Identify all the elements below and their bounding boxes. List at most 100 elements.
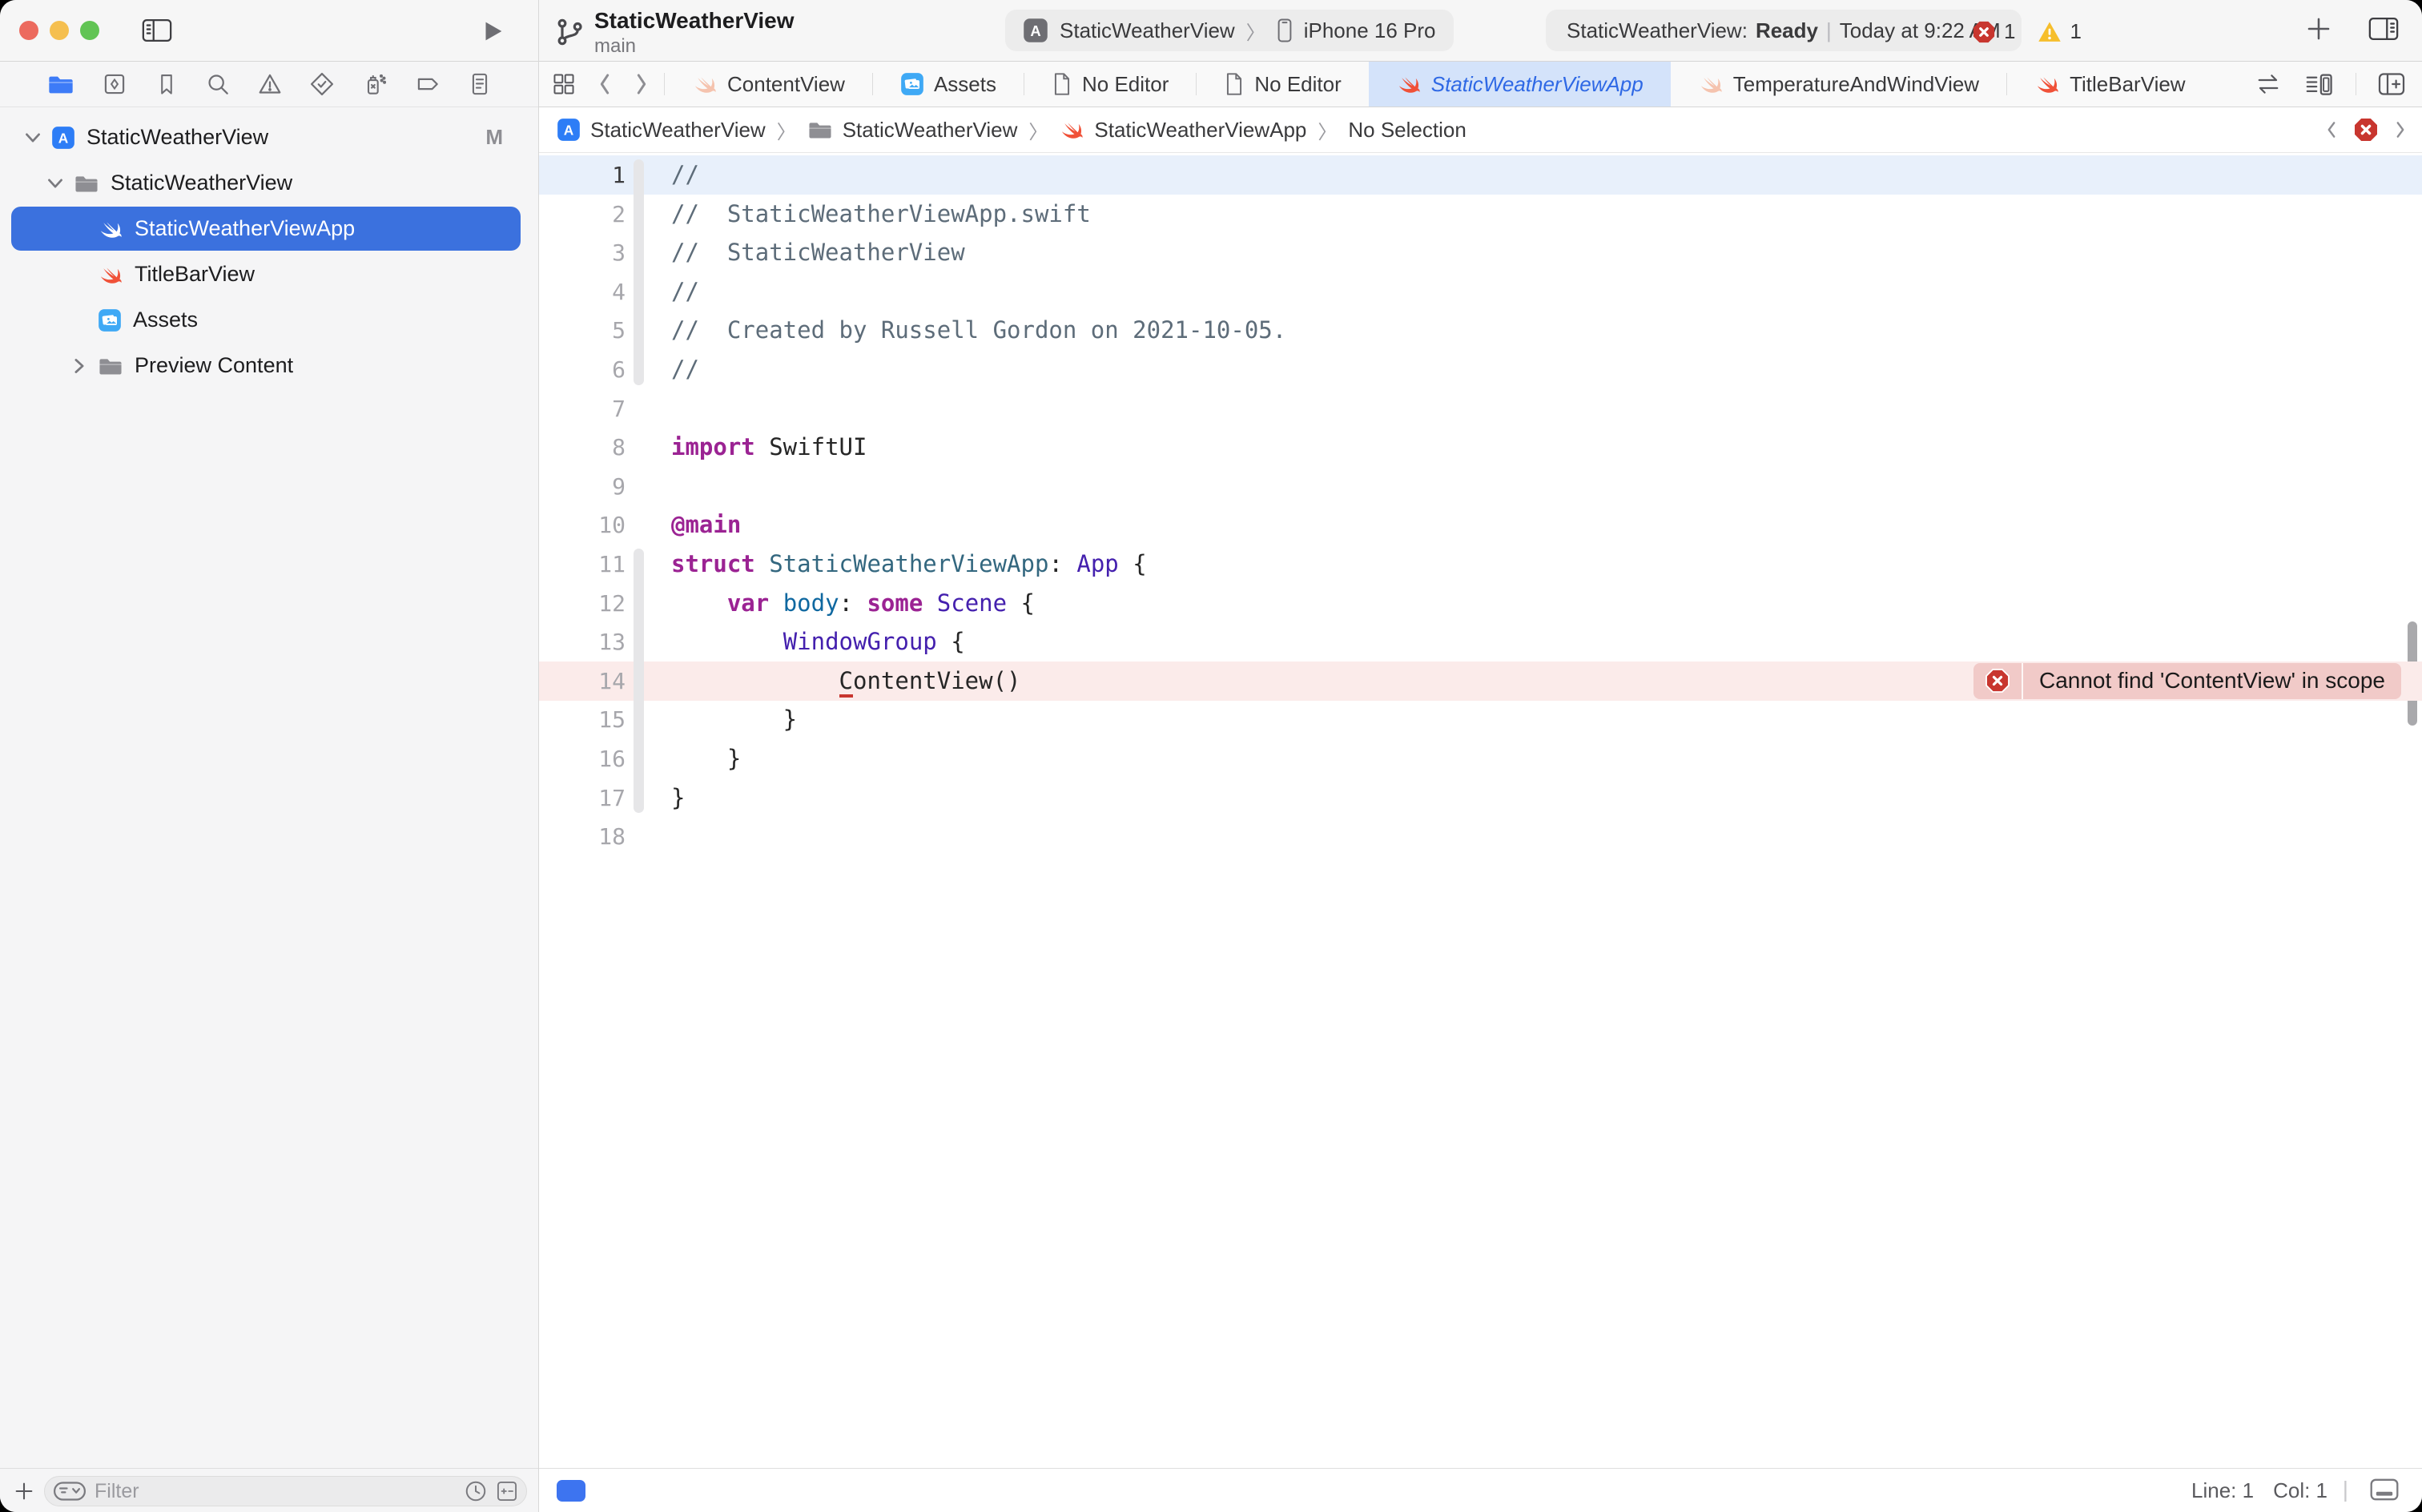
- sidebar-item-staticweatherview[interactable]: AStaticWeatherViewM: [0, 115, 538, 160]
- sidebar-toggle-icon[interactable]: [141, 16, 173, 45]
- code-line-18[interactable]: 18: [539, 817, 2422, 856]
- sidebar-editor-divider[interactable]: [538, 0, 539, 1512]
- tab-assets[interactable]: Assets: [873, 62, 1024, 107]
- disclosure-right-icon[interactable]: [67, 357, 91, 375]
- line-number[interactable]: 14: [539, 662, 626, 701]
- code-text: }: [671, 778, 685, 818]
- disclosure-down-icon[interactable]: [21, 131, 45, 144]
- line-number[interactable]: 12: [539, 584, 626, 623]
- filter-funnel-icon[interactable]: [53, 1481, 86, 1502]
- editor-mode-icon[interactable]: [557, 1480, 585, 1502]
- code-line-9[interactable]: 9: [539, 467, 2422, 506]
- code-line-5[interactable]: 5// Created by Russell Gordon on 2021-10…: [539, 311, 2422, 350]
- issue-error-octagon-icon[interactable]: [2353, 117, 2379, 143]
- issues-navigator-icon[interactable]: [257, 71, 283, 97]
- add-editor-icon[interactable]: [2377, 72, 2406, 96]
- code-line-6[interactable]: 6//: [539, 350, 2422, 389]
- sidebar-item-titlebarview[interactable]: TitleBarView: [0, 251, 538, 297]
- line-number[interactable]: 16: [539, 739, 626, 778]
- line-number[interactable]: 17: [539, 778, 626, 818]
- find-navigator-icon[interactable]: [205, 71, 231, 97]
- code-line-11[interactable]: 11struct StaticWeatherViewApp: App {: [539, 545, 2422, 584]
- sidebar-item-preview-content[interactable]: Preview Content: [0, 343, 538, 388]
- activity-status[interactable]: StaticWeatherView: Ready | Today at 9:22…: [1546, 10, 2022, 51]
- code-line-10[interactable]: 10@main: [539, 505, 2422, 545]
- disclosure-down-icon[interactable]: [43, 177, 67, 190]
- line-number[interactable]: 7: [539, 389, 626, 428]
- code-line-1[interactable]: 1 //: [539, 155, 2422, 195]
- filter-input[interactable]: [95, 1480, 456, 1503]
- code-line-3[interactable]: 3// StaticWeatherView: [539, 233, 2422, 272]
- source-control-navigator-icon[interactable]: [102, 71, 127, 97]
- run-button[interactable]: [479, 18, 506, 45]
- issue-badges[interactable]: 1 1: [1972, 19, 2082, 44]
- line-col-indicator[interactable]: Line: 1 Col: 1: [2191, 1478, 2327, 1503]
- jumpbar-item-staticweatherviewapp[interactable]: StaticWeatherViewApp: [1059, 117, 1306, 143]
- inline-error-annotation[interactable]: Cannot find 'ContentView' in scope: [1973, 663, 2401, 699]
- tab-temperatureandwindview[interactable]: TemperatureAndWindView: [1671, 62, 2006, 107]
- breakpoints-navigator-icon[interactable]: [414, 71, 441, 97]
- code-line-12[interactable]: 12 var body: some Scene {: [539, 584, 2422, 623]
- line-number[interactable]: 10: [539, 505, 626, 545]
- code-line-13[interactable]: 13 WindowGroup {: [539, 622, 2422, 662]
- previous-issue-chevron-icon[interactable]: [2324, 119, 2339, 141]
- clock-icon[interactable]: [464, 1479, 488, 1503]
- tab-no-editor[interactable]: No Editor: [1197, 62, 1368, 107]
- line-number[interactable]: 11: [539, 545, 626, 584]
- editor-options-icon[interactable]: [2304, 70, 2335, 98]
- code-line-15[interactable]: 15 }: [539, 700, 2422, 739]
- tab-no-editor[interactable]: No Editor: [1024, 62, 1196, 107]
- source-editor[interactable]: 1 //2// StaticWeatherViewApp.swift3// Sta…: [539, 153, 2422, 1468]
- code-line-4[interactable]: 4//: [539, 272, 2422, 312]
- code-line-17[interactable]: 17}: [539, 778, 2422, 818]
- bookmarks-navigator-icon[interactable]: [155, 71, 179, 97]
- sidebar-item-staticweatherview[interactable]: StaticWeatherView: [0, 160, 538, 206]
- line-number[interactable]: 8: [539, 428, 626, 467]
- code-line-2[interactable]: 2// StaticWeatherViewApp.swift: [539, 195, 2422, 234]
- line-number[interactable]: 5: [539, 311, 626, 350]
- sidebar-item-assets[interactable]: Assets: [0, 297, 538, 343]
- source-change-bar: [634, 549, 644, 813]
- related-items-grid-icon[interactable]: [552, 72, 576, 96]
- jumpbar-item-no-selection[interactable]: No Selection: [1348, 118, 1466, 143]
- reports-navigator-icon[interactable]: [468, 71, 492, 97]
- forward-chevron-icon[interactable]: [634, 71, 650, 97]
- zoom-window-button[interactable]: [80, 21, 99, 40]
- line-number[interactable]: 15: [539, 700, 626, 739]
- swap-arrows-icon[interactable]: [2253, 72, 2283, 96]
- code-line-8[interactable]: 8import SwiftUI: [539, 428, 2422, 467]
- debug-navigator-icon[interactable]: [362, 71, 388, 97]
- tab-titlebarview[interactable]: TitleBarView: [2007, 62, 2213, 107]
- close-window-button[interactable]: [19, 21, 38, 40]
- code-line-16[interactable]: 16 }: [539, 739, 2422, 778]
- line-number[interactable]: 9: [539, 467, 626, 506]
- add-tab-button[interactable]: [2305, 15, 2332, 42]
- project-navigator-icon[interactable]: [46, 71, 75, 97]
- jumpbar-item-staticweatherview[interactable]: AStaticWeatherView: [557, 118, 766, 143]
- jumpbar-item-staticweatherview[interactable]: StaticWeatherView: [807, 118, 1018, 143]
- filter-field[interactable]: [44, 1476, 527, 1506]
- next-issue-chevron-icon[interactable]: [2393, 119, 2408, 141]
- tab-contentview[interactable]: ContentView: [665, 62, 872, 107]
- keyboard-icon[interactable]: [2369, 1477, 2400, 1502]
- code-line-14[interactable]: 14 ContentView()Cannot find 'ContentView…: [539, 662, 2422, 701]
- line-number[interactable]: 18: [539, 817, 626, 856]
- minimize-window-button[interactable]: [50, 21, 69, 40]
- line-number[interactable]: 1: [539, 155, 626, 195]
- add-file-button[interactable]: [13, 1480, 35, 1502]
- code-line-7[interactable]: 7: [539, 389, 2422, 428]
- code-text: }: [671, 700, 797, 739]
- sidebar-item-staticweatherviewapp[interactable]: StaticWeatherViewApp: [0, 206, 538, 251]
- code-text: //: [671, 155, 699, 195]
- right-panel-toggle-icon[interactable]: [2368, 14, 2400, 43]
- tests-navigator-icon[interactable]: [309, 71, 335, 97]
- line-number[interactable]: 6: [539, 350, 626, 389]
- line-number[interactable]: 2: [539, 195, 626, 234]
- plus-minus-icon[interactable]: [496, 1480, 518, 1502]
- scheme-selector[interactable]: A StaticWeatherView 〉 iPhone 16 Pro: [1005, 10, 1454, 51]
- line-number[interactable]: 13: [539, 622, 626, 662]
- line-number[interactable]: 3: [539, 233, 626, 272]
- back-chevron-icon[interactable]: [597, 71, 613, 97]
- line-number[interactable]: 4: [539, 272, 626, 312]
- tab-staticweatherviewapp[interactable]: StaticWeatherViewApp: [1369, 62, 1671, 107]
